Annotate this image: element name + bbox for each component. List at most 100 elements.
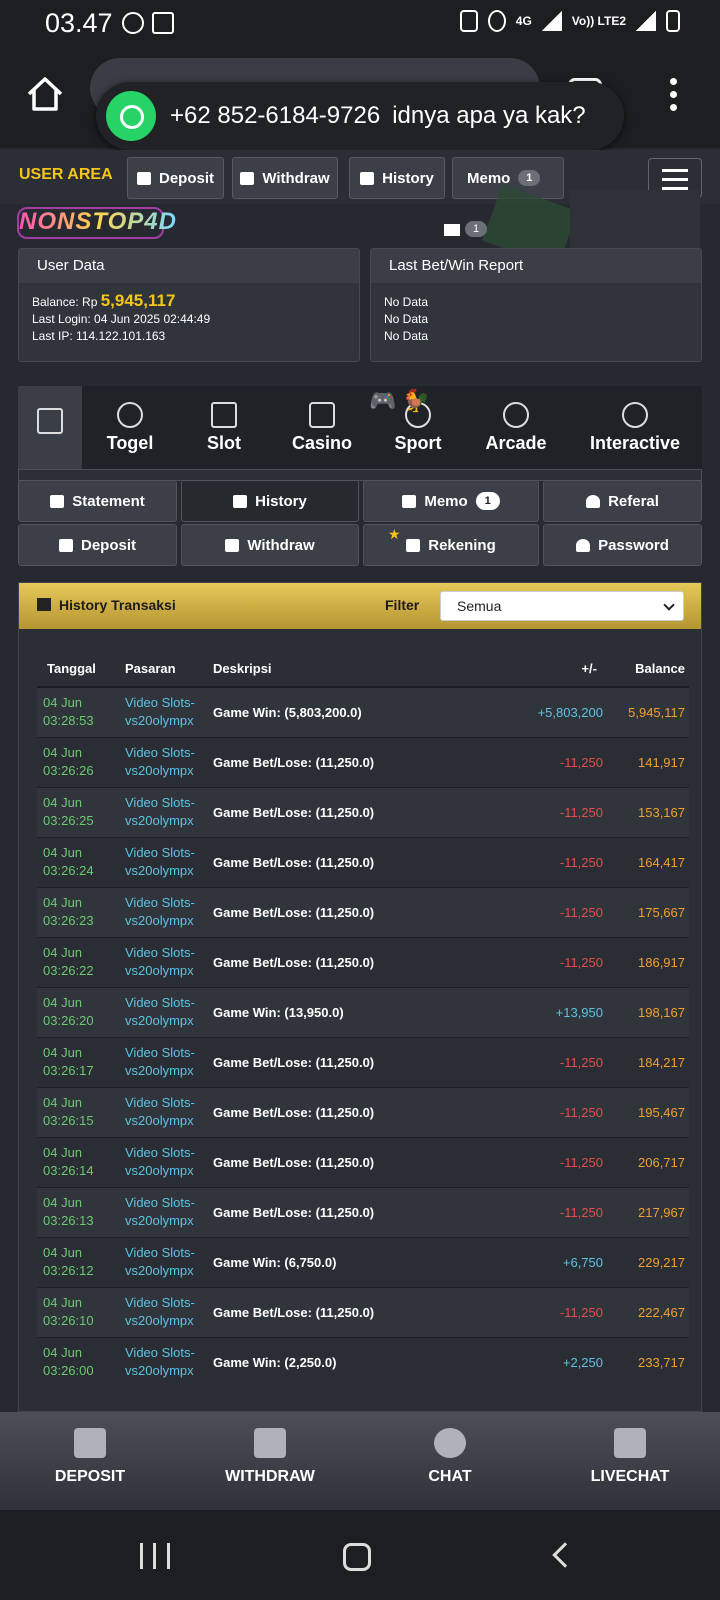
row-date-day: 04 Jun bbox=[43, 845, 83, 860]
row-market-line1: Video Slots- bbox=[125, 1295, 195, 1310]
table-row: 04 Jun 03:26:23 Video Slots-vs20olympx Game… bbox=[37, 886, 689, 937]
menu-memo-label: Memo bbox=[424, 492, 468, 510]
row-description: Game Bet/Lose: (11,250.0) bbox=[213, 1086, 505, 1137]
row-market: Video Slots-vs20olympx bbox=[125, 1036, 213, 1087]
last-bet-line: No Data bbox=[384, 329, 429, 343]
row-market-line1: Video Slots- bbox=[125, 1045, 195, 1060]
battery-icon bbox=[666, 10, 680, 32]
row-market: Video Slots-vs20olympx bbox=[125, 1336, 213, 1387]
row-market-line1: Video Slots- bbox=[125, 745, 195, 760]
row-market-line1: Video Slots- bbox=[125, 795, 195, 810]
category-togel-label: Togel bbox=[106, 433, 154, 453]
menu-statement-label: Statement bbox=[72, 492, 145, 510]
data-saver-icon bbox=[459, 10, 478, 32]
row-market-line2: vs20olympx bbox=[125, 1113, 194, 1128]
row-change: +2,250 bbox=[505, 1336, 603, 1387]
edit-icon bbox=[402, 494, 417, 508]
header-history-label: History bbox=[382, 169, 434, 187]
bottom-deposit-label: DEPOSIT bbox=[54, 1468, 126, 1485]
row-date-time: 03:26:25 bbox=[43, 813, 94, 828]
bottom-withdraw-button[interactable]: WITHDRAW bbox=[180, 1412, 360, 1510]
row-date-day: 04 Jun bbox=[43, 945, 83, 960]
category-home[interactable] bbox=[18, 386, 82, 471]
menu-withdraw-button[interactable]: Withdraw bbox=[181, 524, 359, 566]
home-icon[interactable] bbox=[26, 76, 64, 112]
table-row: 04 Jun 03:26:24 Video Slots-vs20olympx Game… bbox=[37, 836, 689, 887]
chevron-down-icon bbox=[663, 599, 675, 611]
withdraw-icon bbox=[240, 171, 255, 185]
row-date-day: 04 Jun bbox=[43, 1195, 83, 1210]
category-interactive[interactable]: Interactive bbox=[572, 386, 698, 471]
row-date-time: 03:26:00 bbox=[43, 1363, 94, 1379]
site-logo[interactable]: NONSTOP4D bbox=[19, 208, 177, 236]
category-arcade[interactable]: Arcade bbox=[468, 386, 564, 471]
row-market-line2: vs20olympx bbox=[125, 1363, 194, 1379]
mail-icon[interactable] bbox=[444, 224, 460, 236]
bottom-withdraw-label: WITHDRAW bbox=[225, 1468, 315, 1485]
menu-password-button[interactable]: Password bbox=[543, 524, 702, 566]
menu-deposit-button[interactable]: Deposit bbox=[18, 524, 177, 566]
row-change: +6,750 bbox=[505, 1236, 603, 1287]
header-history-button[interactable]: History bbox=[349, 157, 445, 199]
row-date-time: 03:26:14 bbox=[43, 1163, 94, 1178]
row-description: Game Win: (6,750.0) bbox=[213, 1236, 505, 1287]
user-area-label: USER AREA bbox=[19, 166, 113, 183]
row-market: Video Slots-vs20olympx bbox=[125, 736, 213, 787]
whatsapp-notification-toast[interactable]: +62 852-6184-9726 idnya apa ya kak? bbox=[96, 82, 624, 150]
row-date-day: 04 Jun bbox=[43, 995, 83, 1010]
row-market-line2: vs20olympx bbox=[125, 1213, 194, 1228]
toast-message: idnya apa ya kak? bbox=[392, 102, 586, 129]
row-description: Game Bet/Lose: (11,250.0) bbox=[213, 936, 505, 987]
col-balance: Balance bbox=[603, 651, 689, 688]
balance-value: 5,945,117 bbox=[100, 291, 176, 310]
table-row: 04 Jun 03:26:15 Video Slots-vs20olympx Game… bbox=[37, 1086, 689, 1137]
category-slot[interactable]: Slot bbox=[184, 386, 264, 471]
bottom-deposit-button[interactable]: DEPOSIT bbox=[0, 1412, 180, 1510]
bottom-livechat-button[interactable]: LIVECHAT bbox=[540, 1412, 720, 1510]
menu-referal-label: Referal bbox=[608, 492, 659, 510]
last-bet-panel: Last Bet/Win Report No Data No Data No D… bbox=[370, 248, 702, 362]
system-home-icon[interactable] bbox=[343, 1543, 371, 1571]
category-arcade-label: Arcade bbox=[485, 433, 547, 453]
browser-menu-icon[interactable] bbox=[670, 78, 678, 117]
gallery-notification-icon bbox=[152, 12, 174, 34]
menu-memo-button[interactable]: Memo 1 bbox=[363, 480, 539, 522]
livechat-icon bbox=[614, 1428, 646, 1458]
row-market-line1: Video Slots- bbox=[125, 1245, 195, 1260]
menu-referal-button[interactable]: Referal bbox=[543, 480, 702, 522]
balance-label: Balance: Rp bbox=[32, 295, 98, 309]
menu-history-button[interactable]: History bbox=[181, 480, 359, 522]
row-market-line2: vs20olympx bbox=[125, 1013, 194, 1028]
row-change: -11,250 bbox=[505, 1186, 603, 1237]
row-market-line2: vs20olympx bbox=[125, 963, 194, 978]
row-date-day: 04 Jun bbox=[43, 1095, 83, 1110]
row-market: Video Slots-vs20olympx bbox=[125, 1286, 213, 1337]
row-change: -11,250 bbox=[505, 736, 603, 787]
category-togel[interactable]: Togel bbox=[88, 386, 172, 471]
chat-bubble-icon bbox=[434, 1428, 466, 1458]
row-date: 04 Jun 03:28:53 bbox=[37, 686, 125, 737]
bottom-chat-button[interactable]: CHAT bbox=[360, 1412, 540, 1510]
col-change: +/- bbox=[505, 651, 603, 688]
category-casino[interactable]: Casino bbox=[272, 386, 372, 471]
row-balance: 198,167 bbox=[603, 986, 689, 1037]
history-title: History Transaksi bbox=[59, 597, 176, 613]
header-withdraw-button[interactable]: Withdraw bbox=[232, 157, 338, 199]
header-deposit-label: Deposit bbox=[158, 169, 214, 187]
row-market-line1: Video Slots- bbox=[125, 1345, 195, 1361]
row-market: Video Slots-vs20olympx bbox=[125, 886, 213, 937]
filter-select[interactable]: Semua bbox=[440, 591, 684, 621]
row-date-day: 04 Jun bbox=[43, 695, 83, 711]
row-description: Game Bet/Lose: (11,250.0) bbox=[213, 736, 505, 787]
header-deposit-button[interactable]: Deposit bbox=[127, 157, 224, 199]
row-description: Game Bet/Lose: (11,250.0) bbox=[213, 1136, 505, 1187]
menu-statement-button[interactable]: Statement bbox=[18, 480, 177, 522]
row-market: Video Slots-vs20olympx bbox=[125, 786, 213, 837]
row-change: +13,950 bbox=[505, 986, 603, 1037]
row-date-day: 04 Jun bbox=[43, 1345, 83, 1361]
row-date-time: 03:28:53 bbox=[43, 713, 94, 729]
toast-phone: +62 852-6184-9726 bbox=[170, 102, 381, 129]
row-description: Game Bet/Lose: (11,250.0) bbox=[213, 836, 505, 887]
back-icon[interactable] bbox=[552, 1542, 578, 1568]
recents-icon[interactable] bbox=[140, 1543, 170, 1569]
